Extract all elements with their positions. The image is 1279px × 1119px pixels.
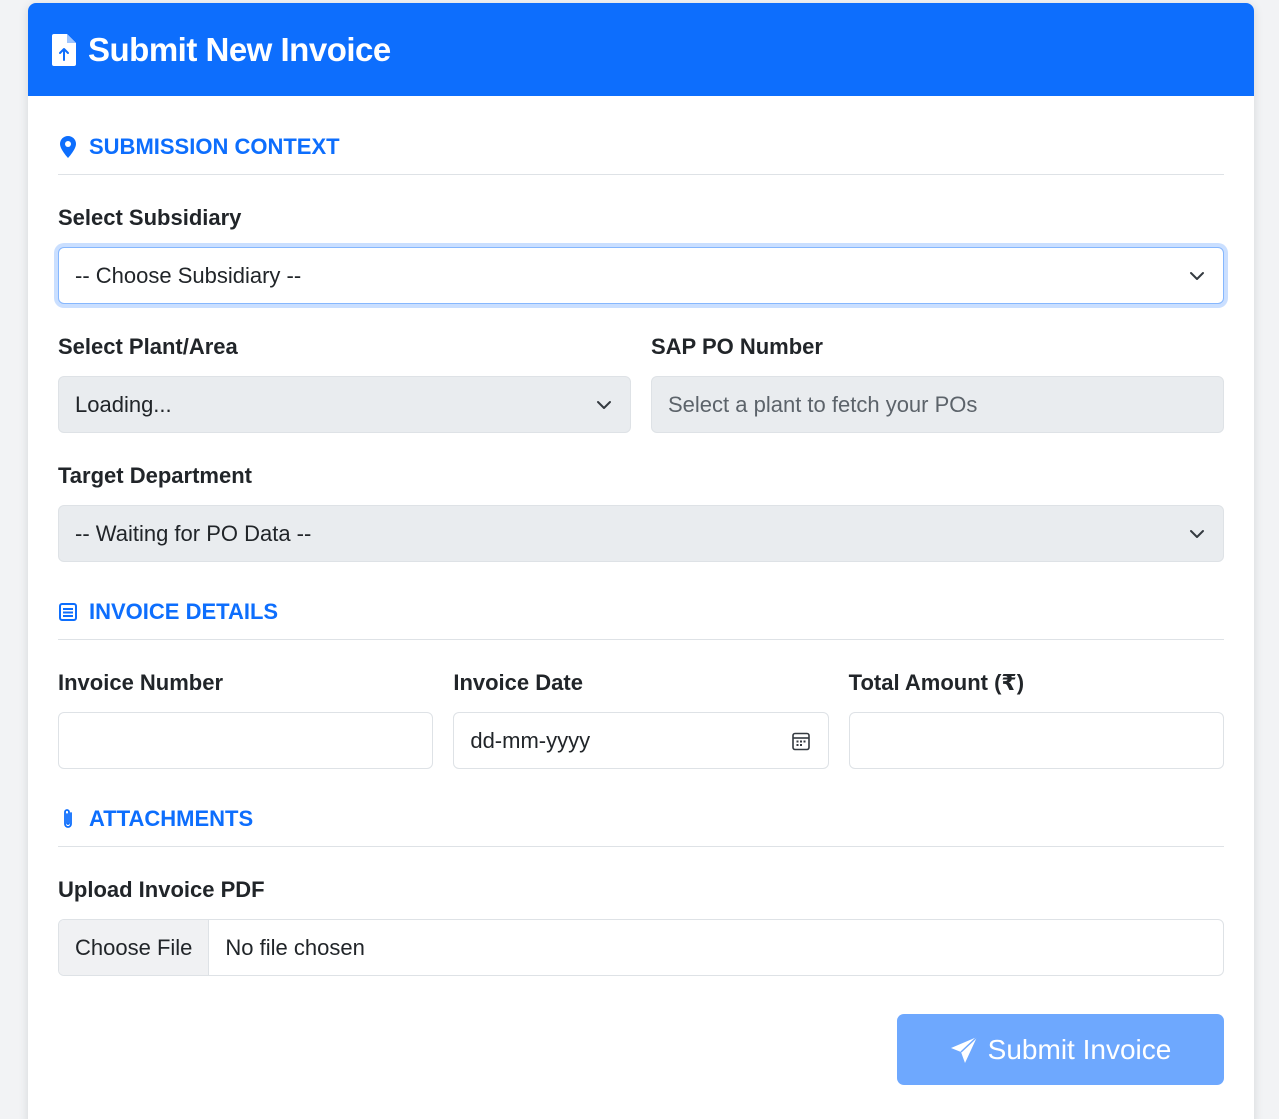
po-number-placeholder: Select a plant to fetch your POs [668, 391, 978, 417]
form-body: SUBMISSION CONTEXT Select Subsidiary -- … [28, 96, 1254, 1085]
section-invoice-details: INVOICE DETAILS [58, 562, 1224, 640]
plant-label: Select Plant/Area [58, 334, 238, 359]
invoice-fields-row: Invoice Number Invoice Date dd-mm-yyyy T… [58, 640, 1224, 769]
send-icon [950, 1035, 978, 1064]
department-label: Target Department [58, 463, 252, 488]
subsidiary-label: Select Subsidiary [58, 205, 242, 230]
subsidiary-select[interactable]: -- Choose Subsidiary -- [58, 247, 1224, 304]
page-title: Submit New Invoice [88, 30, 391, 68]
calendar-icon[interactable] [791, 731, 810, 751]
subsidiary-select-value: -- Choose Subsidiary -- [75, 262, 302, 288]
plant-select[interactable]: Loading... [58, 376, 631, 433]
section-attachments: ATTACHMENTS [58, 769, 1224, 847]
file-status-text: No file chosen [225, 934, 365, 960]
submit-row: Submit Invoice [58, 1014, 1224, 1085]
department-select-value: -- Waiting for PO Data -- [75, 520, 312, 546]
department-select[interactable]: -- Waiting for PO Data -- [58, 505, 1224, 562]
chevron-down-icon [1189, 271, 1205, 281]
submit-button-label: Submit Invoice [987, 1033, 1172, 1065]
invoice-pdf-file-input[interactable]: Choose File No file chosen [58, 919, 1224, 976]
po-number-input[interactable]: Select a plant to fetch your POs [651, 376, 1224, 433]
invoice-form-card: Submit New Invoice SUBMISSION CONTEXT Se… [28, 3, 1254, 1119]
chevron-down-icon [1189, 529, 1205, 539]
upload-label: Upload Invoice PDF [58, 877, 265, 902]
invoice-date-label: Invoice Date [453, 670, 583, 695]
section-title-text: ATTACHMENTS [89, 805, 254, 831]
map-pin-icon [58, 136, 78, 158]
submit-invoice-button[interactable]: Submit Invoice [897, 1014, 1224, 1085]
section-title-text: INVOICE DETAILS [89, 598, 279, 624]
total-amount-label: Total Amount (₹) [848, 670, 1025, 695]
po-number-label: SAP PO Number [651, 334, 823, 359]
invoice-date-placeholder: dd-mm-yyyy [470, 727, 591, 753]
section-title-text: SUBMISSION CONTEXT [89, 134, 340, 159]
card-header: Submit New Invoice [28, 3, 1254, 96]
paperclip-icon [58, 808, 78, 830]
invoice-date-input[interactable]: dd-mm-yyyy [453, 712, 829, 769]
plant-select-value: Loading... [75, 391, 172, 417]
list-icon [58, 601, 78, 623]
invoice-number-label: Invoice Number [58, 670, 224, 695]
plant-po-row: Select Plant/Area Loading... SAP PO Numb… [58, 304, 1224, 433]
section-submission-context: SUBMISSION CONTEXT [58, 96, 1224, 175]
chevron-down-icon [596, 400, 612, 410]
file-upload-icon [52, 33, 76, 66]
choose-file-button[interactable]: Choose File [59, 920, 210, 975]
total-amount-input[interactable] [848, 712, 1224, 769]
invoice-number-input[interactable] [58, 712, 434, 769]
